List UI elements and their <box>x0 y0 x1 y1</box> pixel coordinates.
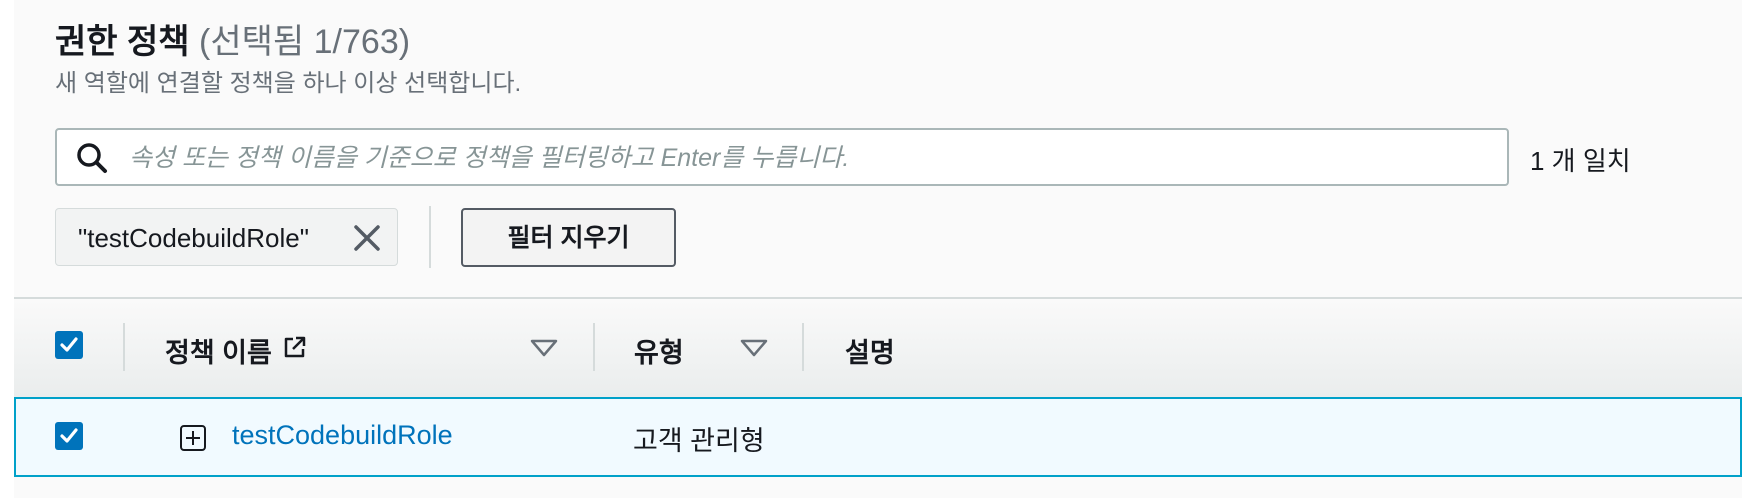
page-title-text: 권한 정책 <box>55 23 190 61</box>
column-header-description[interactable]: 설명 <box>845 331 895 370</box>
search-box <box>55 128 1509 186</box>
column-header-policy-name[interactable]: 정책 이름 <box>165 331 272 370</box>
match-count: 1 개 일치 <box>1530 146 1631 176</box>
row-checkbox[interactable] <box>55 422 83 450</box>
close-icon[interactable] <box>352 223 382 253</box>
checkmark-icon <box>60 428 78 443</box>
checkmark-icon <box>60 337 78 352</box>
page-title: 권한 정책 (선택됨 1/763) <box>55 14 410 63</box>
column-divider <box>802 323 804 371</box>
sort-dropdown-icon[interactable] <box>530 339 558 357</box>
search-input[interactable] <box>127 130 1501 186</box>
column-divider <box>593 323 595 371</box>
filter-token: "testCodebuildRole" <box>55 208 398 266</box>
filter-divider <box>429 206 431 268</box>
selection-count: (선택됨 1/763) <box>199 23 411 61</box>
policy-type: 고객 관리형 <box>633 426 765 456</box>
policy-name-link[interactable]: testCodebuildRole <box>232 420 453 451</box>
external-link-icon <box>284 336 306 358</box>
page-description: 새 역할에 연결할 정책을 하나 이상 선택합니다. <box>55 70 522 97</box>
filter-token-label: "testCodebuildRole" <box>78 223 309 253</box>
select-all-checkbox[interactable] <box>55 331 83 359</box>
sort-dropdown-icon[interactable] <box>740 339 768 357</box>
expand-plus-icon[interactable] <box>179 424 207 452</box>
clear-filters-button[interactable]: 필터 지우기 <box>461 208 676 267</box>
column-header-type[interactable]: 유형 <box>634 331 684 370</box>
search-icon <box>77 143 107 173</box>
column-divider <box>123 323 125 371</box>
